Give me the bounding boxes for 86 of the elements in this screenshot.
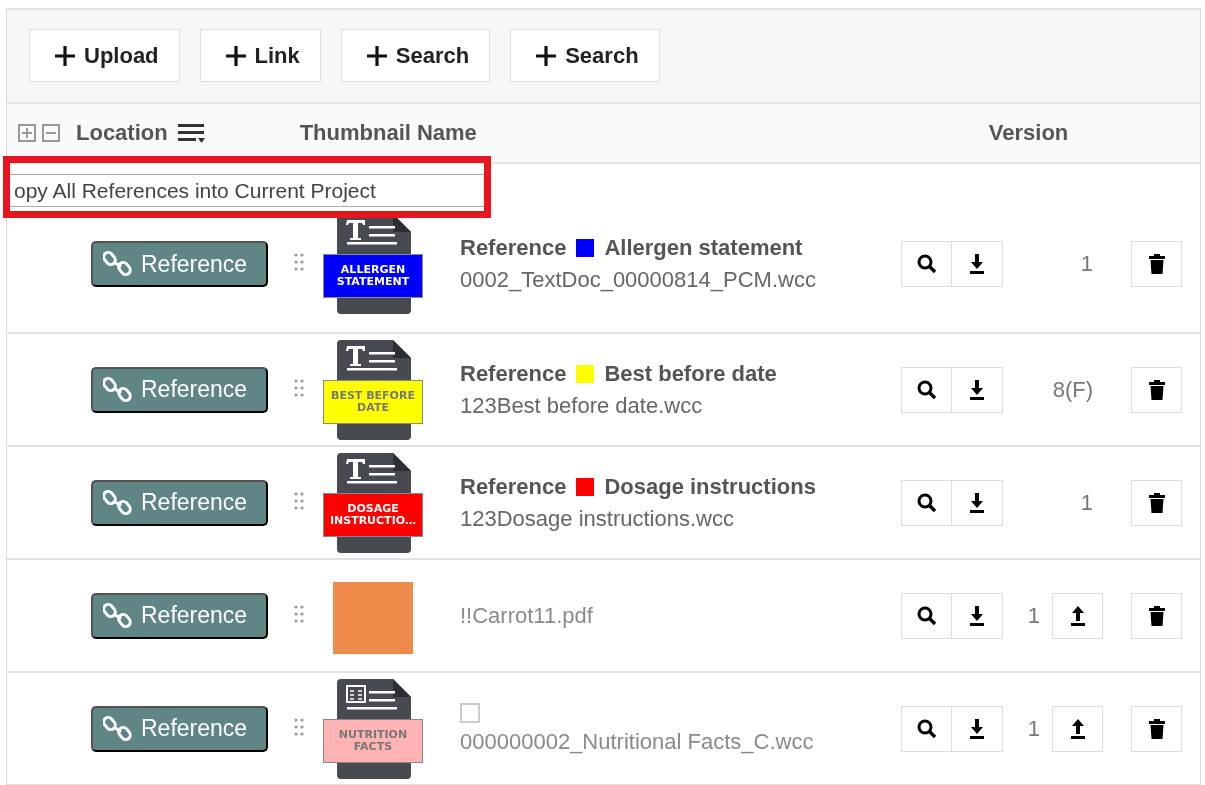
trash-icon xyxy=(1147,378,1166,401)
search-icon xyxy=(915,604,938,627)
file-name: 000000002_Nutritional Facts_C.wcc xyxy=(460,728,815,755)
search-icon xyxy=(915,378,938,401)
trash-icon xyxy=(1147,253,1166,275)
preview-button[interactable] xyxy=(901,592,952,639)
drag-handle-icon[interactable] xyxy=(294,253,304,271)
preview-button[interactable] xyxy=(901,366,952,413)
trash-icon xyxy=(1147,717,1166,740)
upload-button[interactable] xyxy=(1052,705,1103,752)
version-number: 1 xyxy=(1027,715,1040,742)
download-button[interactable] xyxy=(952,479,1003,526)
column-header[interactable]: Location xyxy=(76,120,168,146)
chain-link-icon xyxy=(103,487,133,518)
delete-button[interactable] xyxy=(1131,241,1182,287)
version-number: 1 xyxy=(1080,489,1093,516)
download-icon xyxy=(968,604,986,627)
reference-button[interactable]: Reference xyxy=(91,366,268,413)
reference-button[interactable]: Reference xyxy=(91,241,268,287)
version-number: 1 xyxy=(1027,602,1040,629)
add-button[interactable]: Upload xyxy=(29,29,180,82)
upload-button[interactable] xyxy=(1052,592,1103,639)
plus-icon xyxy=(54,44,76,67)
download-button[interactable] xyxy=(952,592,1003,639)
thumbnail-label: NUTRITION FACTS xyxy=(323,718,423,763)
chain-link-icon xyxy=(103,374,133,405)
thumbnail-label: ALLERGEN STATEMENT xyxy=(323,254,423,298)
download-icon xyxy=(968,717,986,740)
drag-handle-icon[interactable] xyxy=(294,378,304,397)
column-header[interactable]: Name xyxy=(416,120,477,146)
expand-all-icon[interactable] xyxy=(18,124,36,142)
column-header[interactable]: Version xyxy=(988,120,1069,146)
reference-title: Dosage instructions xyxy=(604,473,816,500)
reference-label: Reference xyxy=(460,473,567,500)
upload-icon xyxy=(1068,717,1087,740)
trash-icon xyxy=(1147,491,1166,514)
chain-link-icon xyxy=(103,713,133,744)
reference-label: Reference xyxy=(460,235,567,261)
upload-icon xyxy=(1068,604,1087,627)
trash-icon xyxy=(1147,604,1166,627)
delete-button[interactable] xyxy=(1131,366,1182,413)
delete-button[interactable] xyxy=(1131,592,1182,639)
drag-handle-icon[interactable] xyxy=(294,717,304,736)
download-button[interactable] xyxy=(952,241,1003,287)
file-name: 123Dosage instructions.wcc xyxy=(460,505,735,532)
reference-label: Reference xyxy=(460,360,567,387)
plus-icon xyxy=(224,44,247,67)
version-number: 1 xyxy=(1080,251,1093,277)
collapse-all-icon[interactable] xyxy=(42,124,60,142)
file-name: 0002_TextDoc_00000814_PCM.wcc xyxy=(460,267,817,293)
menu-icon[interactable] xyxy=(177,122,206,144)
search-icon xyxy=(915,717,938,740)
checkbox[interactable] xyxy=(460,702,480,723)
download-icon xyxy=(968,253,986,275)
add-button[interactable]: Search xyxy=(340,29,491,82)
delete-button[interactable] xyxy=(1131,479,1182,526)
file-name: 123Best before date.wcc xyxy=(460,392,704,419)
chain-link-icon xyxy=(103,600,133,631)
drag-handle-icon[interactable] xyxy=(294,491,304,510)
reference-title: Best before date xyxy=(604,360,777,387)
thumbnail-label: BEST BEFORE DATE xyxy=(323,379,423,424)
preview-button[interactable] xyxy=(901,241,952,287)
download-icon xyxy=(968,491,986,514)
plus-icon xyxy=(535,44,558,67)
plus-icon xyxy=(365,44,388,67)
add-button[interactable]: Link xyxy=(199,29,321,82)
add-button[interactable]: Search xyxy=(510,29,660,82)
thumbnail-label: DOSAGE INSTRUCTIO… xyxy=(323,492,423,537)
reference-title: Allergen statement xyxy=(604,235,803,261)
reference-button[interactable]: Reference xyxy=(91,479,268,526)
search-icon xyxy=(915,253,938,275)
download-button[interactable] xyxy=(952,705,1003,752)
version-number: 8(F) xyxy=(1052,376,1093,403)
reference-button[interactable]: Reference xyxy=(91,592,268,639)
file-name: !!Carrot11.pdf xyxy=(460,602,594,629)
search-icon xyxy=(915,491,938,514)
delete-button[interactable] xyxy=(1131,705,1182,752)
preview-button[interactable] xyxy=(901,479,952,526)
tooltip: opy All References into Current Project xyxy=(7,174,485,207)
column-header[interactable]: Thumbnail xyxy=(299,120,411,146)
download-button[interactable] xyxy=(952,366,1003,413)
drag-handle-icon[interactable] xyxy=(294,604,304,623)
preview-button[interactable] xyxy=(901,705,952,752)
reference-button[interactable]: Reference xyxy=(91,705,268,752)
chain-link-icon xyxy=(103,249,133,279)
download-icon xyxy=(968,378,986,401)
